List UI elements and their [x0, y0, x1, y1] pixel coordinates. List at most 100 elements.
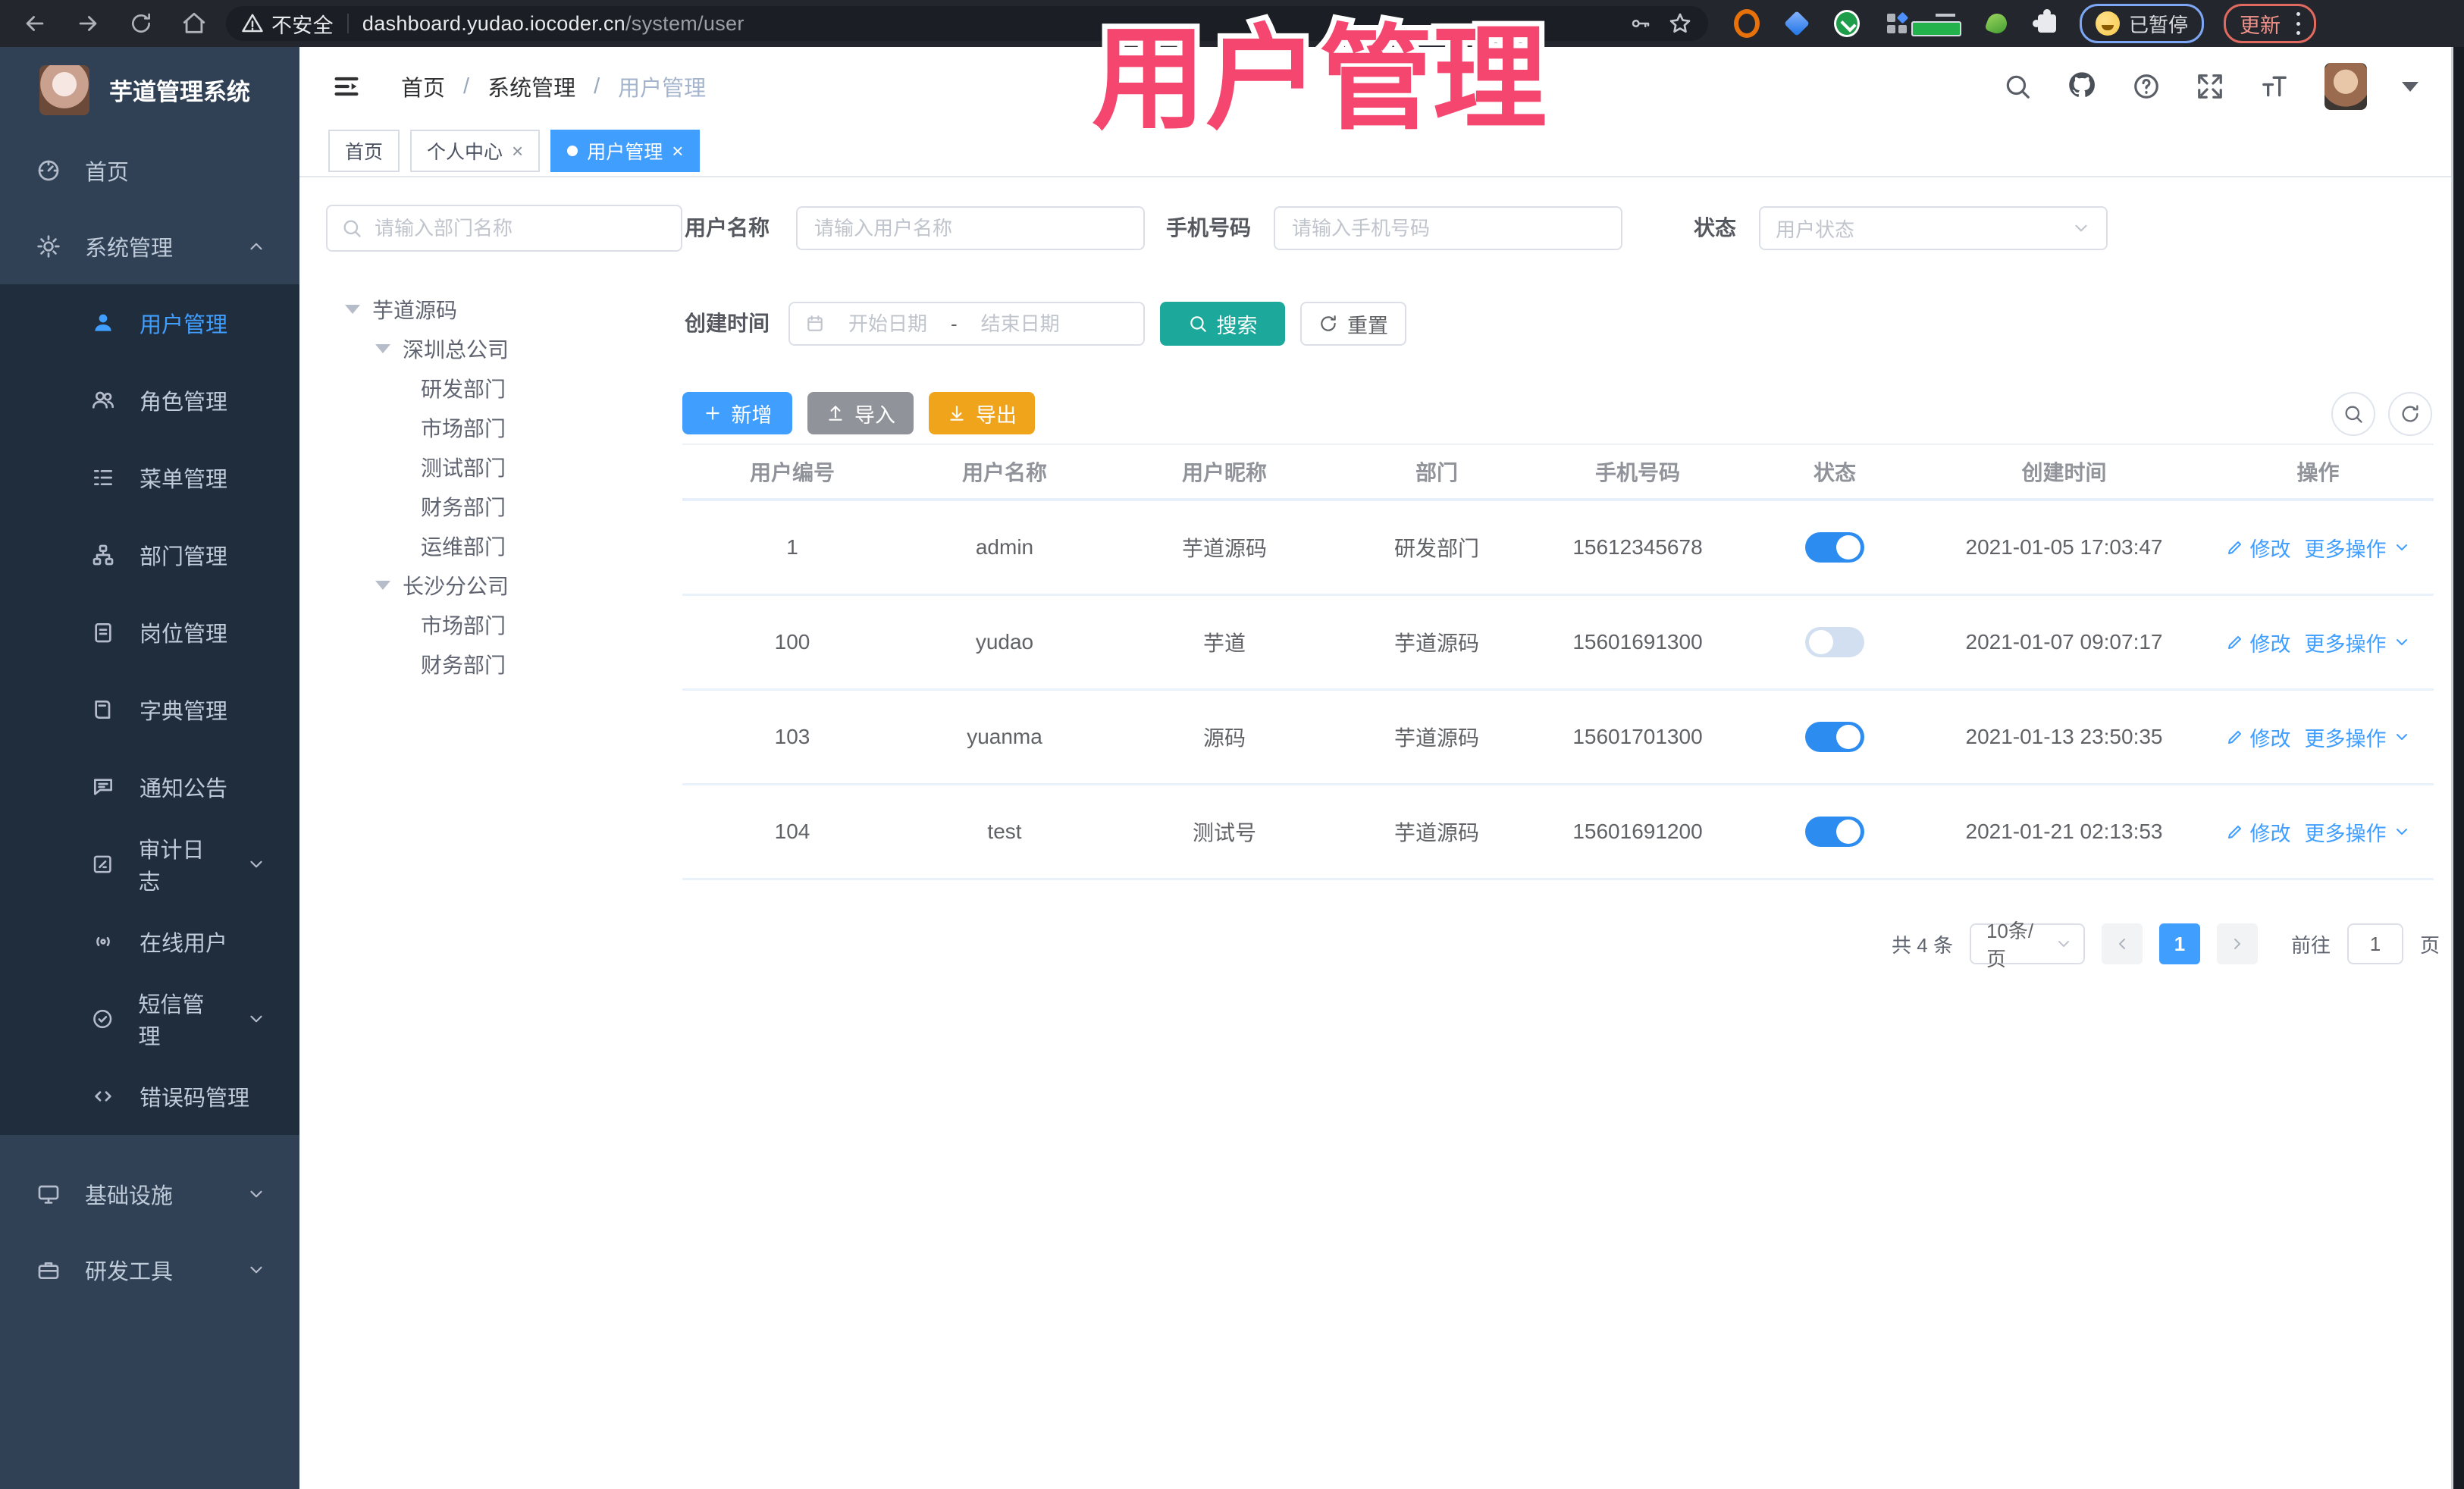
- date-range-separator: -: [951, 312, 958, 335]
- not-secure-warning-icon[interactable]: [241, 12, 264, 35]
- gear-icon: [37, 235, 60, 258]
- sidebar-item-label: 研发工具: [85, 1260, 174, 1284]
- sidebar-item-error-codes[interactable]: 错误码管理: [0, 1058, 299, 1135]
- date-start-input[interactable]: [829, 311, 946, 337]
- sidebar-item-departments[interactable]: 部门管理: [0, 516, 299, 594]
- header-search-icon[interactable]: [2003, 72, 2032, 101]
- extension-grid-icon[interactable]: [1884, 11, 1910, 36]
- user-avatar[interactable]: [2324, 63, 2367, 110]
- tab-user-management[interactable]: 用户管理 ×: [550, 130, 701, 172]
- tree-node[interactable]: 市场部门: [326, 605, 660, 644]
- address-bar[interactable]: 不安全 dashboard.yudao.iocoder.cn/system/us…: [226, 6, 1708, 41]
- sidebar-item-label: 字典管理: [140, 700, 228, 724]
- extension-gem-icon[interactable]: [1784, 11, 1810, 36]
- sidebar-item-infrastructure[interactable]: 基础设施: [0, 1156, 299, 1232]
- breadcrumb-home[interactable]: 首页: [401, 71, 445, 102]
- sidebar-item-menus[interactable]: 菜单管理: [0, 439, 299, 516]
- edit-link[interactable]: 修改: [2226, 628, 2291, 657]
- sidebar-item-roles[interactable]: 角色管理: [0, 362, 299, 439]
- close-icon[interactable]: ×: [672, 139, 683, 163]
- avatar-caret-down-icon[interactable]: [2402, 81, 2419, 92]
- edit-link[interactable]: 修改: [2226, 533, 2291, 563]
- browser-update-chip[interactable]: 更新: [2224, 4, 2317, 43]
- font-size-icon[interactable]: [2259, 71, 2290, 102]
- sidebar-item-home[interactable]: 首页: [0, 133, 299, 208]
- show-search-toggle-button[interactable]: [2331, 392, 2375, 436]
- tree-node[interactable]: 财务部门: [326, 487, 660, 526]
- mobile-input[interactable]: [1290, 215, 1606, 241]
- edit-link[interactable]: 修改: [2226, 723, 2291, 752]
- sidebar-item-users[interactable]: 用户管理: [0, 284, 299, 362]
- sidebar-fold-icon[interactable]: [331, 71, 362, 102]
- menu-list-icon: [94, 470, 112, 485]
- cell-username: admin: [975, 535, 1034, 559]
- chevron-down-icon: [2396, 734, 2407, 740]
- status-toggle[interactable]: [1805, 627, 1864, 657]
- sidebar-item-online-users[interactable]: 在线用户: [0, 903, 299, 980]
- extension-on-badge-icon[interactable]: [1911, 11, 1961, 36]
- more-actions-link[interactable]: 更多操作: [2305, 628, 2411, 657]
- browser-refresh-icon[interactable]: [127, 10, 155, 37]
- add-button[interactable]: 新增: [682, 392, 792, 434]
- export-button-label: 导出: [976, 403, 1017, 427]
- extension-orange-icon[interactable]: [1734, 9, 1760, 38]
- bookmark-star-icon[interactable]: [1667, 11, 1693, 36]
- next-page-button[interactable]: [2216, 923, 2258, 964]
- fullscreen-icon[interactable]: [2196, 72, 2224, 101]
- browser-home-icon[interactable]: [180, 10, 208, 37]
- refresh-table-button[interactable]: [2388, 392, 2432, 436]
- mobile-field[interactable]: [1274, 206, 1622, 250]
- sidebar-item-dictionary[interactable]: 字典管理: [0, 671, 299, 748]
- app-logo[interactable]: [39, 64, 89, 115]
- tree-node[interactable]: 运维部门: [326, 526, 660, 566]
- extensions-puzzle-icon[interactable]: [2033, 9, 2060, 36]
- browser-forward-icon[interactable]: [74, 10, 102, 37]
- export-button[interactable]: 导出: [929, 392, 1035, 434]
- date-end-input[interactable]: [961, 311, 1079, 337]
- sidebar-item-sms[interactable]: 短信管理: [0, 980, 299, 1058]
- help-icon[interactable]: [2132, 72, 2161, 101]
- tree-expand-icon[interactable]: [375, 581, 390, 590]
- table-toolbar: 新增 导入 导出: [299, 392, 2453, 436]
- status-label: 状态: [1693, 216, 1736, 240]
- tab-profile[interactable]: 个人中心 ×: [410, 130, 541, 172]
- goto-page-input[interactable]: [2346, 923, 2403, 964]
- status-toggle[interactable]: [1805, 722, 1864, 752]
- import-button[interactable]: 导入: [807, 392, 914, 434]
- tree-node[interactable]: 测试部门: [326, 447, 660, 487]
- browser-back-icon[interactable]: [21, 10, 49, 37]
- username-input[interactable]: [813, 215, 1128, 241]
- browser-menu-icon[interactable]: [2296, 12, 2300, 35]
- sidebar-item-dev-tools[interactable]: 研发工具: [0, 1232, 299, 1308]
- status-toggle[interactable]: [1805, 817, 1864, 847]
- status-select[interactable]: 用户状态: [1759, 206, 2108, 250]
- app-logo-block[interactable]: 芋道管理系统: [0, 47, 299, 133]
- tree-node[interactable]: 长沙分公司: [326, 566, 660, 605]
- tab-home[interactable]: 首页: [328, 130, 400, 172]
- date-range-field[interactable]: -: [788, 302, 1145, 346]
- search-button[interactable]: 搜索: [1160, 302, 1285, 346]
- key-icon[interactable]: [1628, 11, 1654, 36]
- browser-profile-chip[interactable]: 已暂停: [2080, 4, 2205, 43]
- reset-button[interactable]: 重置: [1300, 302, 1406, 346]
- extension-green-check-icon[interactable]: [1834, 10, 1860, 37]
- sidebar-item-announcements[interactable]: 通知公告: [0, 748, 299, 826]
- sidebar-item-audit-log[interactable]: 审计日志: [0, 826, 299, 903]
- tree-node[interactable]: 财务部门: [326, 644, 660, 684]
- close-icon[interactable]: ×: [512, 139, 523, 163]
- extension-leaf-icon[interactable]: [1984, 11, 2010, 36]
- prev-page-button[interactable]: [2101, 923, 2143, 964]
- breadcrumb-section[interactable]: 系统管理: [487, 71, 575, 102]
- edit-link[interactable]: 修改: [2226, 817, 2291, 847]
- more-actions-link[interactable]: 更多操作: [2305, 817, 2411, 847]
- github-icon[interactable]: [2067, 70, 2097, 104]
- more-actions-link[interactable]: 更多操作: [2305, 533, 2411, 563]
- page-size-select[interactable]: 10条/页: [1969, 920, 2085, 970]
- sidebar-item-posts[interactable]: 岗位管理: [0, 594, 299, 671]
- status-toggle[interactable]: [1805, 532, 1864, 563]
- more-actions-link[interactable]: 更多操作: [2305, 723, 2411, 752]
- current-page-button[interactable]: 1: [2158, 923, 2200, 964]
- cell-username: yudao: [975, 630, 1034, 654]
- username-field[interactable]: [796, 206, 1145, 250]
- sidebar-item-system[interactable]: 系统管理: [0, 208, 299, 284]
